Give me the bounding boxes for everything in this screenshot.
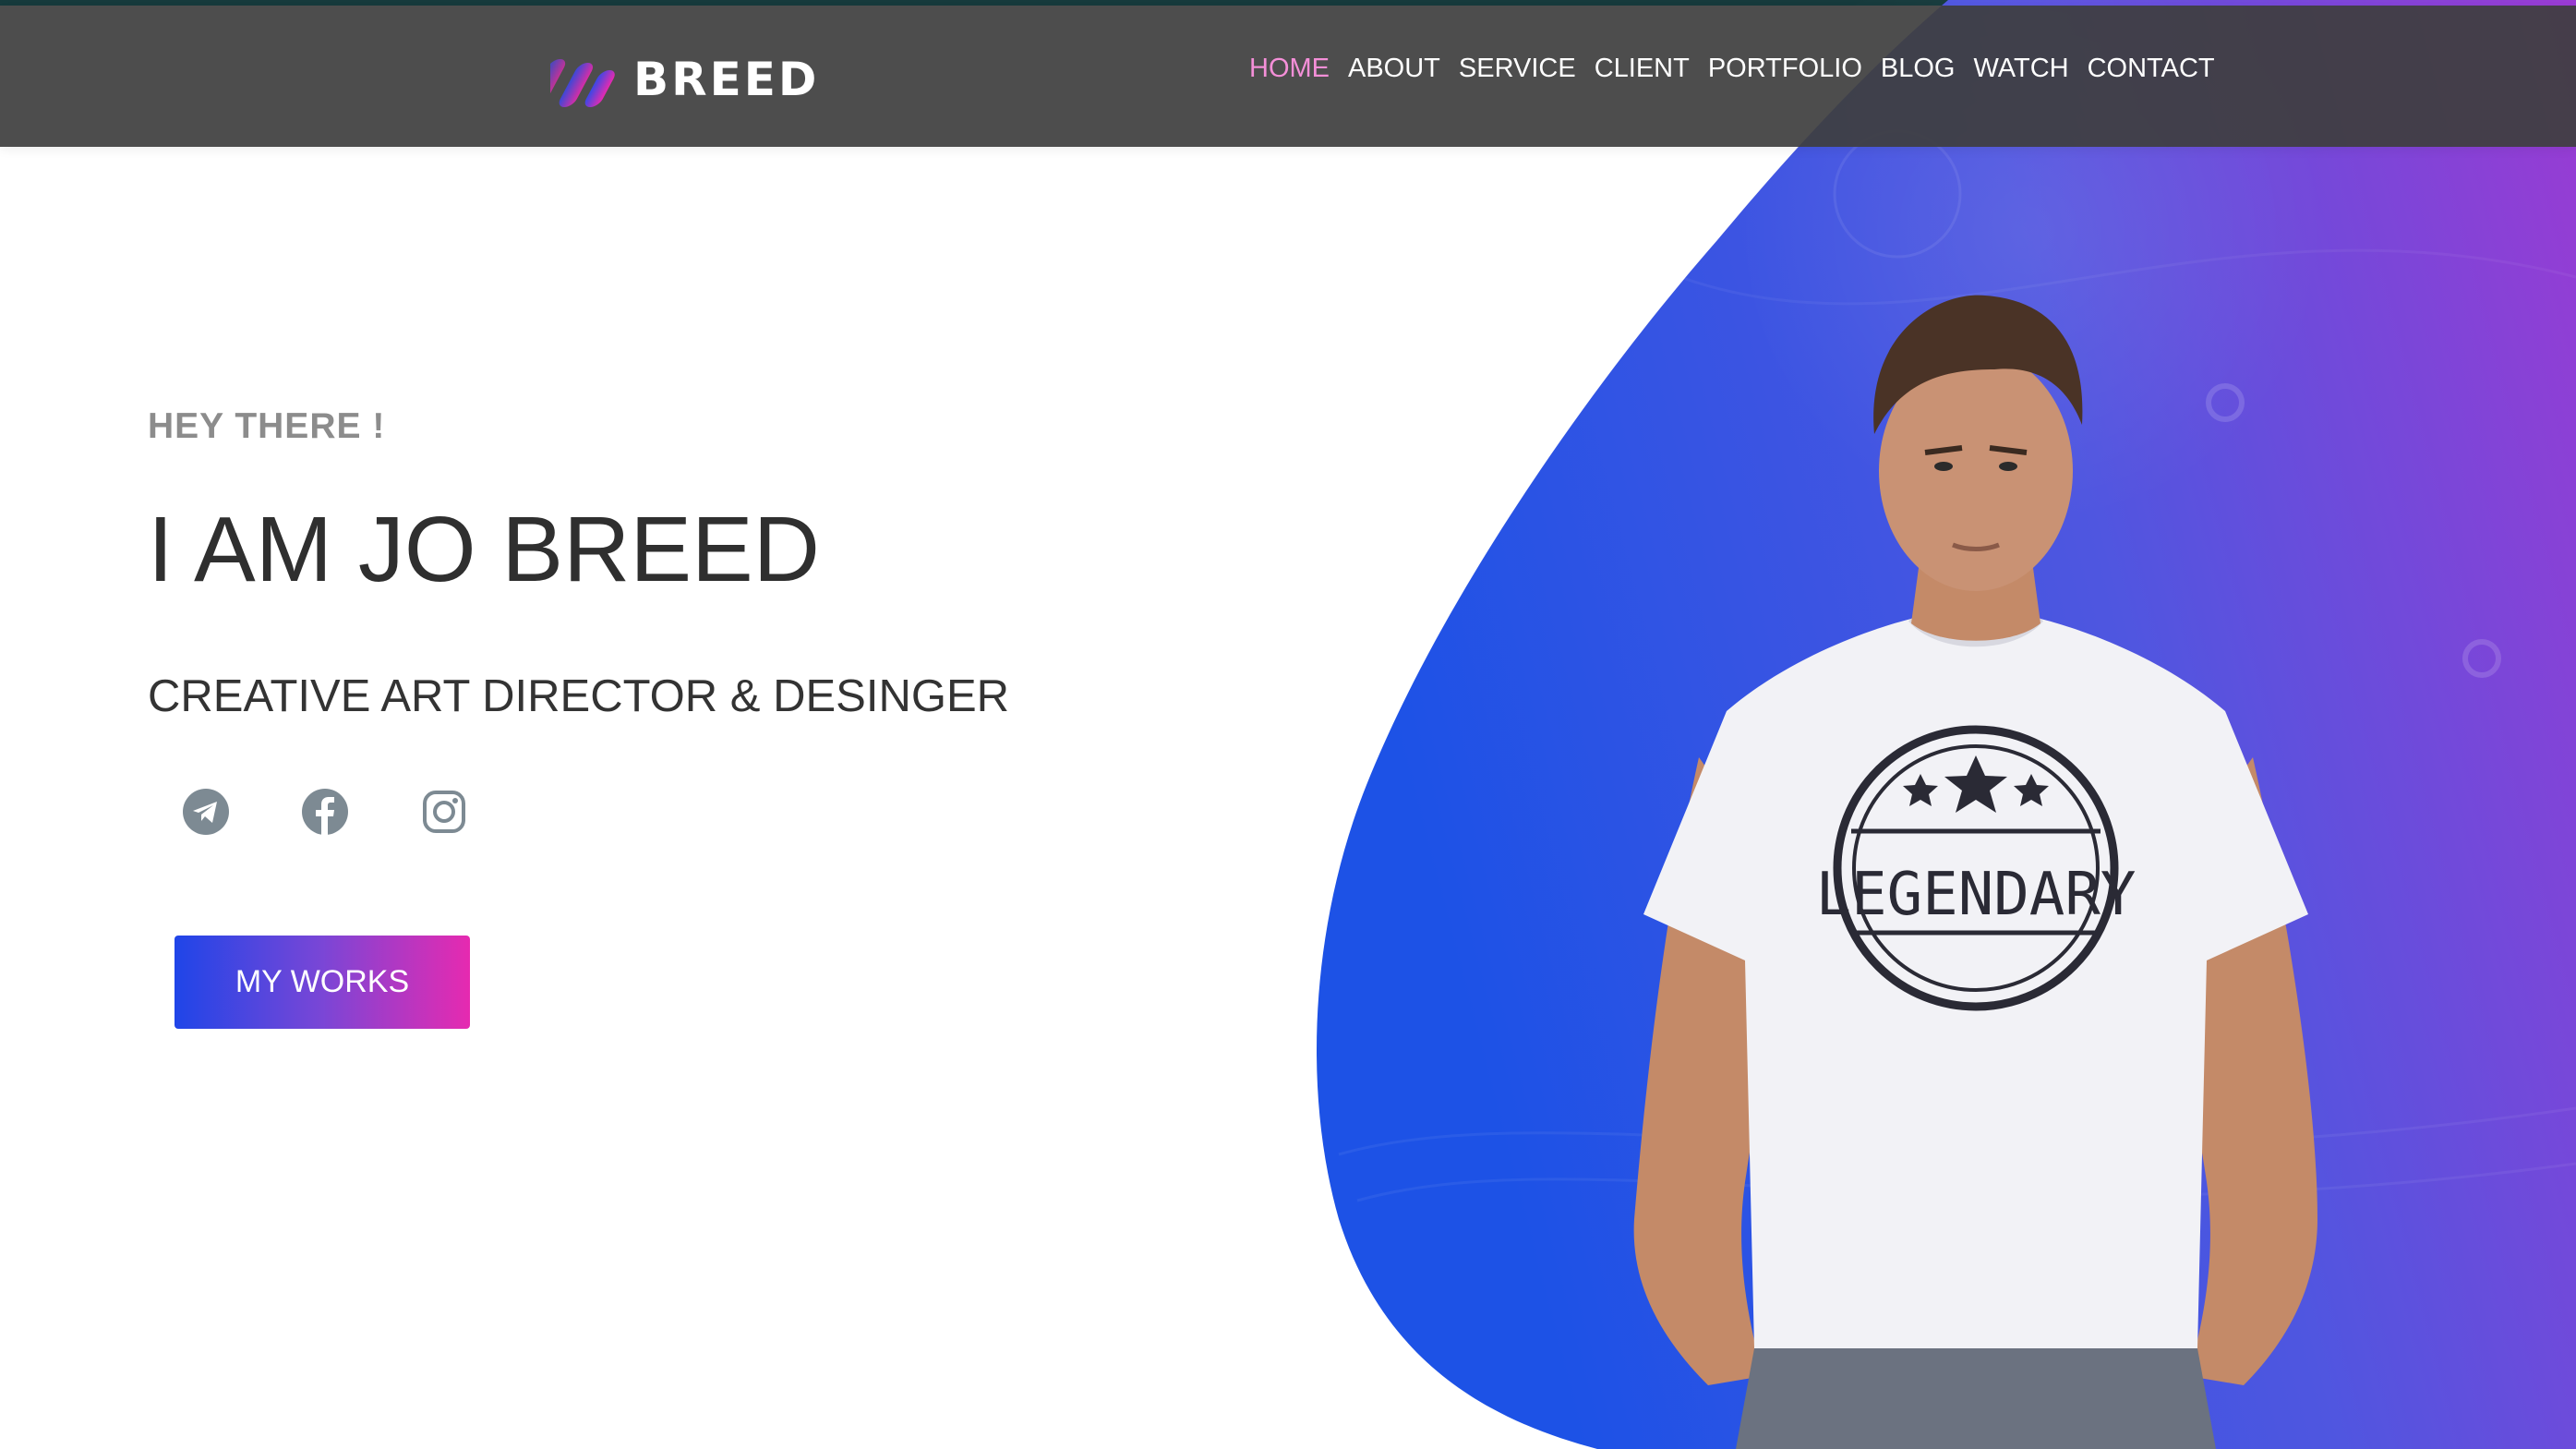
nav-home[interactable]: HOME xyxy=(1249,54,1330,84)
nav-blog[interactable]: BLOG xyxy=(1881,54,1956,84)
nav-client[interactable]: CLIENT xyxy=(1595,54,1690,84)
hero-person-image: LEGENDARY xyxy=(1633,295,2317,1449)
nav-watch[interactable]: WATCH xyxy=(1974,54,2069,84)
site-header: BREED HOME ABOUT SERVICE CLIENT PORTFOLI… xyxy=(0,6,2576,147)
brand-logo[interactable]: BREED xyxy=(550,52,819,107)
nav-about[interactable]: ABOUT xyxy=(1348,54,1440,84)
nav-service[interactable]: SERVICE xyxy=(1459,54,1576,84)
greeting-text: HEY THERE ! xyxy=(148,406,386,446)
nav-portfolio[interactable]: PORTFOLIO xyxy=(1708,54,1862,84)
stripes-logo-icon xyxy=(550,59,615,107)
brand-name: BREED xyxy=(633,53,820,106)
telegram-icon[interactable] xyxy=(182,788,230,836)
hero-name: I AM JO BREED xyxy=(148,498,820,601)
nav-contact[interactable]: CONTACT xyxy=(2088,54,2215,84)
hero-role: CREATIVE ART DIRECTOR & DESINGER xyxy=(148,671,1010,721)
my-works-button[interactable]: MY WORKS xyxy=(175,936,470,1029)
shirt-print-text: LEGENDARY xyxy=(1816,861,2137,929)
instagram-icon[interactable] xyxy=(420,788,468,836)
main-nav: HOME ABOUT SERVICE CLIENT PORTFOLIO BLOG… xyxy=(1249,54,2233,84)
hero-intro: HEY THERE ! xyxy=(148,406,385,447)
facebook-icon[interactable] xyxy=(301,788,349,836)
social-links xyxy=(182,788,539,836)
